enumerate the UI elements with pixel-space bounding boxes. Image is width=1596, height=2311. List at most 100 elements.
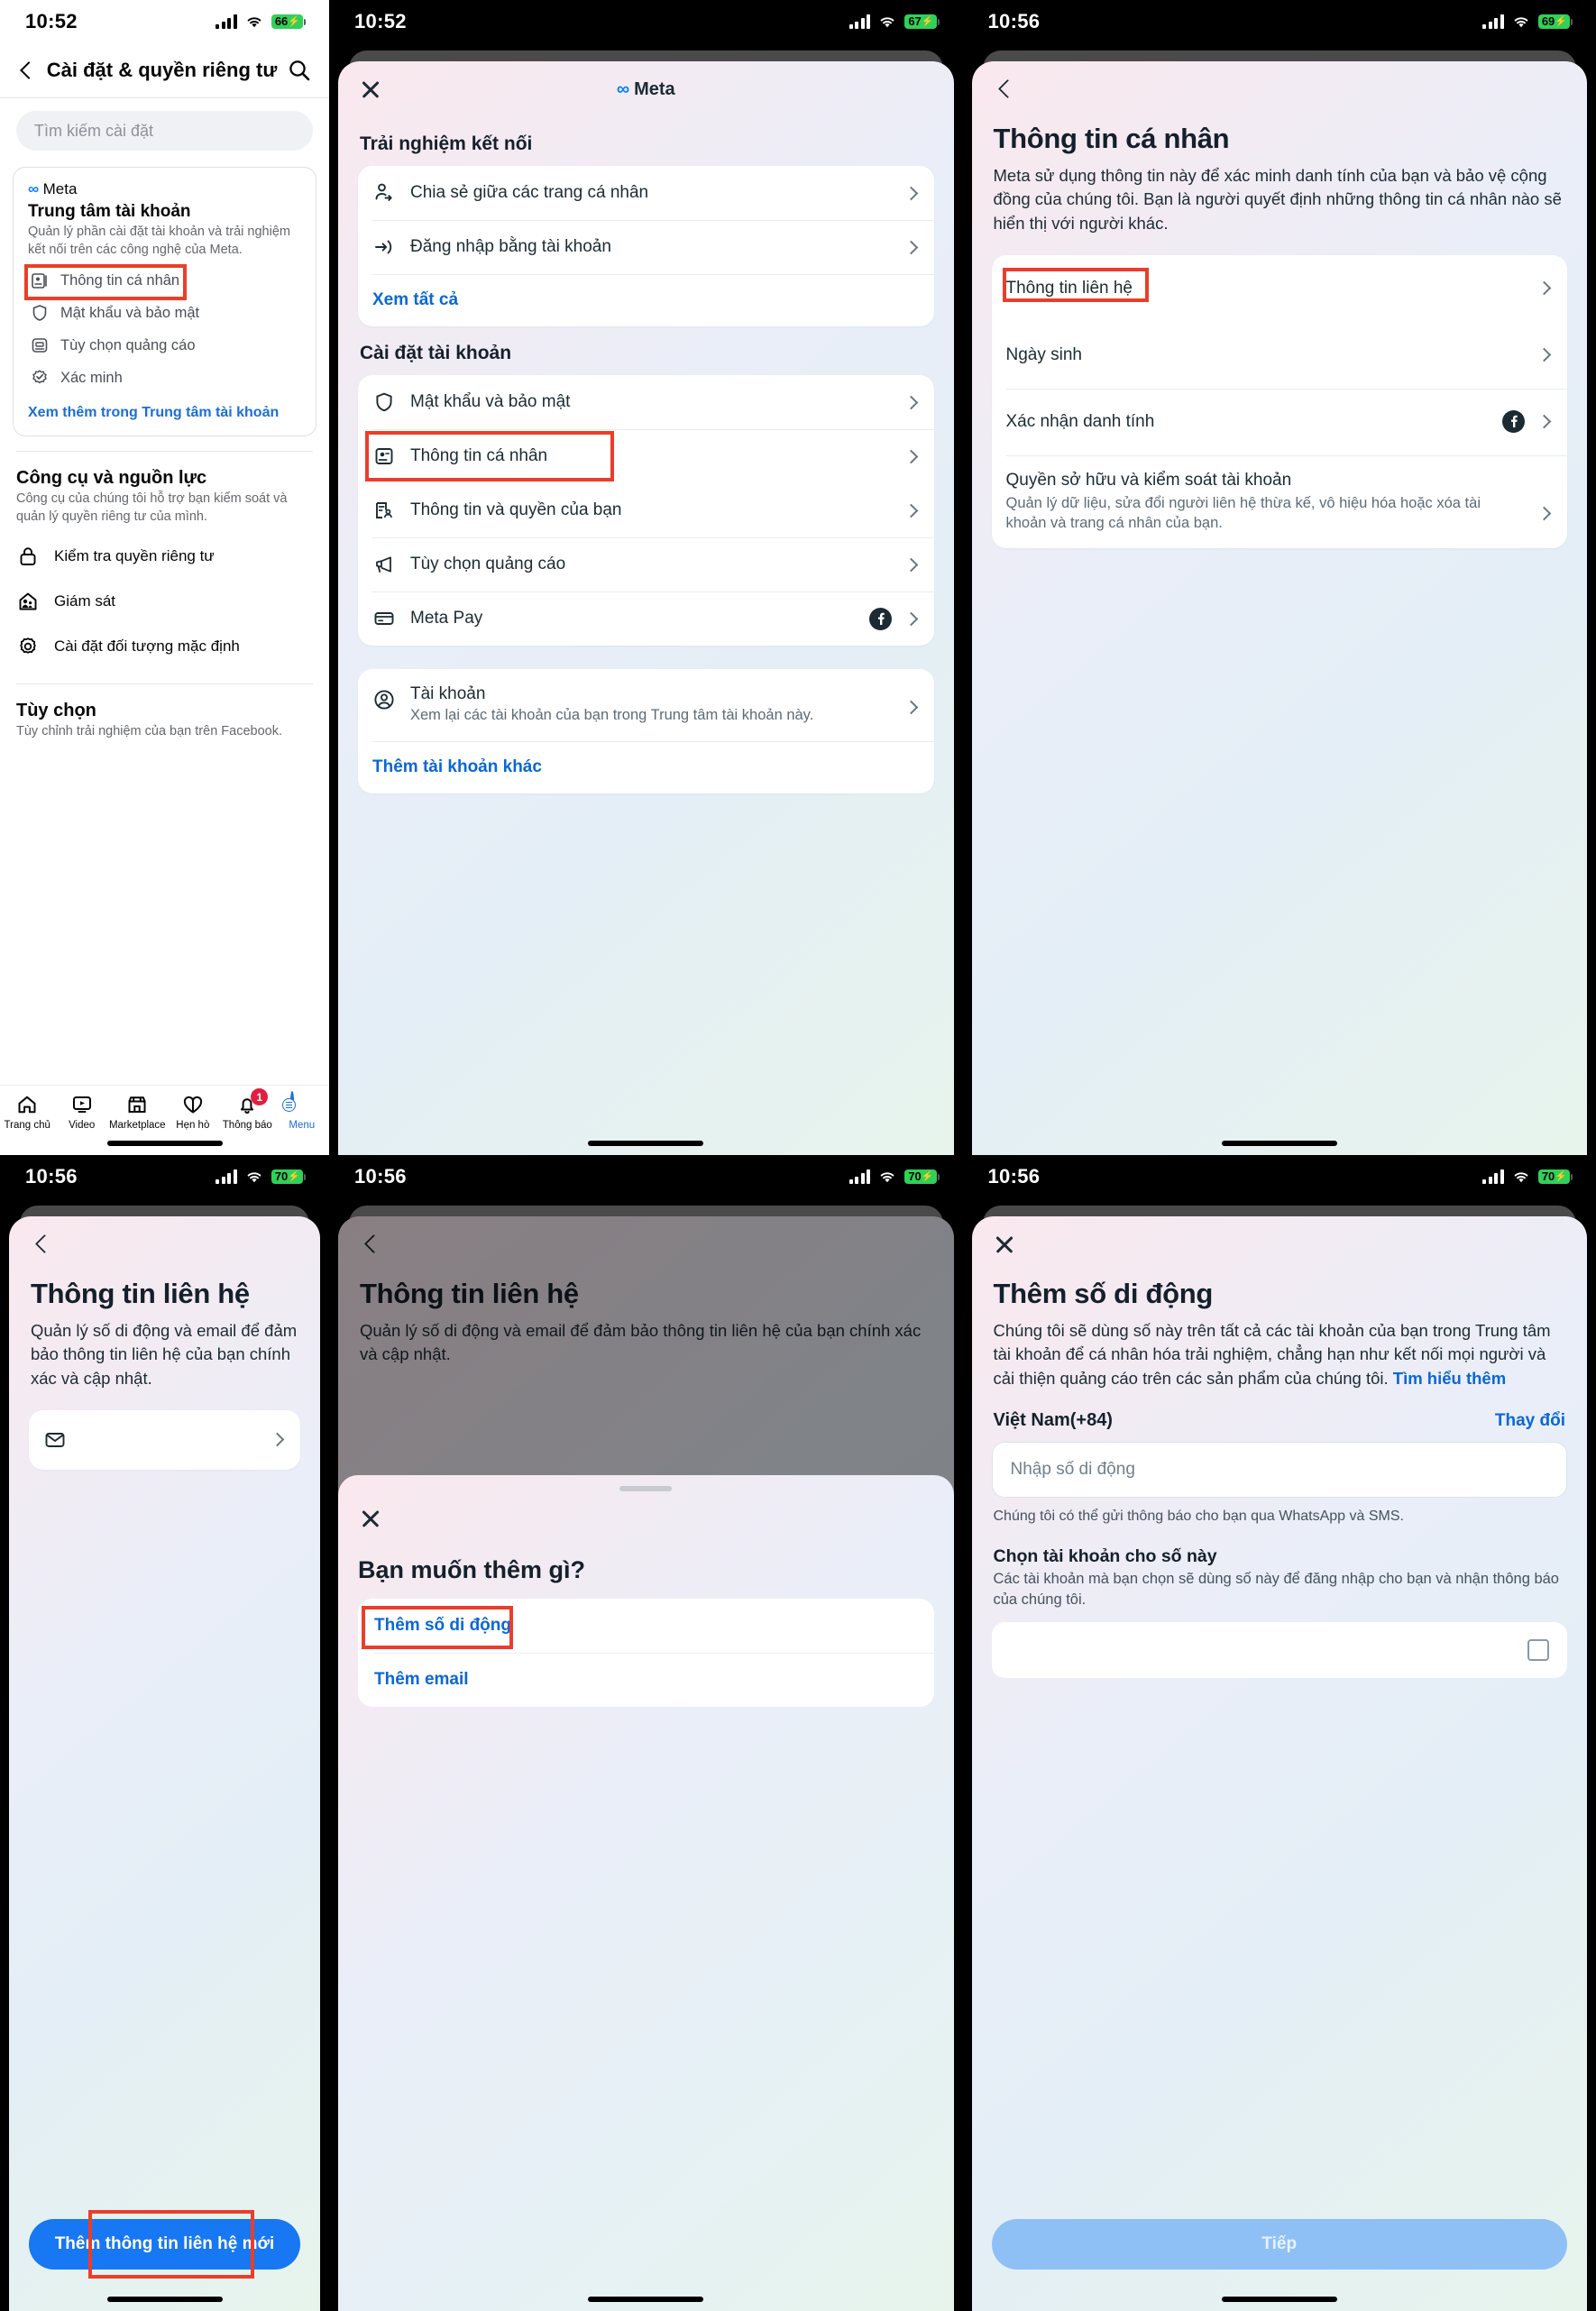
phone-placeholder: Nhập số di động [1010, 1459, 1135, 1479]
tab-notifications[interactable]: 1 Thông báo [220, 1088, 274, 1131]
checkbox-icon[interactable] [1527, 1639, 1549, 1662]
battery-icon: 66 ⚡ [271, 14, 306, 30]
row-personal-details[interactable]: Thông tin cá nhân [358, 429, 934, 483]
account-circle-icon [372, 688, 396, 711]
row-account-ownership-control[interactable]: Quyền sở hữu và kiểm soát tài khoản Quản… [992, 454, 1568, 549]
credit-card-icon [372, 607, 396, 630]
tools-item-privacy-checkup[interactable]: Kiểm tra quyền riêng tư [16, 534, 313, 579]
option-add-mobile-number[interactable]: Thêm số di động [358, 1599, 934, 1653]
row-see-all[interactable]: Xem tất cả [358, 274, 934, 326]
cellular-signal-icon [1482, 14, 1504, 29]
panel-contact-info: 10:56 70 ⚡ Thông tin liên hệ Quản lý số d… [0, 1155, 329, 2311]
tab-home[interactable]: Trang chủ [0, 1093, 54, 1131]
row-accounts[interactable]: Tài khoản Xem lại các tài khoản của bạn … [358, 669, 934, 741]
tools-item-label: Kiểm tra quyền riêng tư [54, 546, 215, 564]
close-icon[interactable] [992, 1232, 1017, 1257]
continue-button[interactable]: Tiếp [991, 2219, 1567, 2270]
cellular-signal-icon [848, 1169, 871, 1184]
page-title: Thông tin liên hệ [31, 1278, 250, 1309]
phone-number-input[interactable]: Nhập số di động [991, 1441, 1567, 1498]
tools-item-supervision[interactable]: Giám sát [16, 579, 313, 624]
chevron-right-icon [903, 503, 918, 518]
envelope-icon [43, 1428, 67, 1452]
search-input[interactable]: Tìm kiếm cài đặt [16, 111, 313, 151]
tab-label: Trang chủ [4, 1120, 50, 1131]
contact-list-card [29, 1409, 300, 1470]
account-center-item-password-security[interactable]: Mật khẩu và bảo mật [28, 297, 301, 329]
meta-infinity-icon: ∞ [28, 180, 39, 197]
account-center-desc: Quản lý phần cài đặt tài khoản và trải n… [28, 225, 290, 257]
cta-label: Tiếp [1261, 2234, 1298, 2253]
row-text-block: Tài khoản Xem lại các tài khoản của bạn … [410, 684, 892, 726]
close-icon[interactable] [358, 1506, 383, 1531]
add-options-card: Thêm số di động Thêm email [358, 1599, 934, 1707]
tools-item-default-audience[interactable]: Cài đặt đối tượng mặc định [16, 624, 313, 669]
screenshot-grid: 10:52 66 ⚡ Cài đặt & quyền riêng tư Tìm k… [0, 0, 1596, 2311]
preferences-title: Tùy chọn [16, 700, 96, 720]
tab-menu[interactable]: Menu [275, 1091, 329, 1131]
tab-marketplace[interactable]: Marketplace [109, 1093, 166, 1131]
row-add-another-account[interactable]: Thêm tài khoản khác [358, 740, 934, 793]
shield-icon [30, 303, 50, 323]
status-indicators: 70 ⚡ [1482, 1169, 1573, 1185]
account-checkbox-row[interactable] [991, 1622, 1567, 1679]
sheet-body: Thêm số di động Chúng tôi sẽ dùng số này… [972, 1278, 1588, 1679]
back-chevron-icon[interactable] [32, 1234, 52, 1254]
home-indicator [588, 1141, 704, 1146]
status-time: 10:56 [25, 1165, 78, 1188]
add-contact-info-button[interactable]: Thêm thông tin liên hệ mới [29, 2219, 300, 2270]
tools-item-label: Cài đặt đối tượng mặc định [54, 637, 240, 655]
account-settings-card: Mật khẩu và bảo mật Thông tin cá nhân Th… [358, 375, 934, 646]
learn-more-link[interactable]: Tìm hiểu thêm [1393, 1369, 1506, 1388]
close-icon[interactable] [358, 77, 383, 102]
row-ad-preferences[interactable]: Tùy chọn quảng cáo [358, 537, 934, 592]
row-email-entry[interactable] [29, 1410, 300, 1470]
meta-wordmark-text: Meta [634, 78, 675, 99]
facebook-icon [868, 607, 892, 630]
home-icon [15, 1093, 39, 1116]
row-login-with-accounts[interactable]: Đăng nhập bằng tài khoản [358, 220, 934, 274]
row-your-information-permissions[interactable]: Thông tin và quyền của bạn [358, 483, 934, 537]
change-country-button[interactable]: Thay đổi [1495, 1411, 1565, 1431]
notification-badge: 1 [251, 1088, 269, 1105]
wifi-icon [878, 1170, 896, 1184]
country-code-row: Việt Nam(+84) Thay đổi [994, 1410, 1566, 1431]
option-label: Thêm email [374, 1670, 469, 1689]
chevron-right-icon [903, 240, 918, 254]
choose-accounts-desc: Các tài khoản mà bạn chọn sẽ dùng số này… [993, 1570, 1559, 1608]
bell-icon: 1 [235, 1088, 269, 1116]
tab-video[interactable]: Video [54, 1093, 108, 1131]
option-add-email[interactable]: Thêm email [358, 1653, 934, 1707]
account-center-item-verification[interactable]: Xác minh [28, 362, 301, 394]
row-identity-confirmation[interactable]: Xác nhận danh tính [992, 388, 1568, 455]
row-contact-info[interactable]: Thông tin liên hệ [992, 255, 1568, 322]
account-center-item-personal-details[interactable]: Thông tin cá nhân [28, 264, 301, 297]
row-password-security[interactable]: Mật khẩu và bảo mật [358, 375, 934, 429]
status-indicators: 66 ⚡ [216, 14, 306, 30]
tab-dating[interactable]: Hẹn hò [166, 1093, 220, 1131]
account-center-item-ad-preferences[interactable]: Tùy chọn quảng cáo [28, 329, 301, 362]
back-chevron-icon[interactable] [995, 79, 1015, 99]
meta-infinity-icon: ∞ [616, 78, 629, 99]
tab-label: Marketplace [108, 1120, 166, 1131]
cellular-signal-icon [848, 14, 871, 29]
row-birthday[interactable]: Ngày sinh [992, 322, 1568, 389]
cellular-signal-icon [216, 14, 237, 29]
lock-icon [16, 545, 40, 568]
back-chevron-icon[interactable] [18, 61, 36, 79]
verified-badge-icon [30, 368, 50, 388]
status-indicators: 70 ⚡ [848, 1169, 940, 1185]
sheet-body: Trải nghiệm kết nối Chia sẻ giữa các tra… [338, 133, 954, 793]
battery-level: 70 [908, 1169, 922, 1183]
row-share-across-profiles[interactable]: Chia sẻ giữa các trang cá nhân [358, 166, 934, 220]
account-center-see-more-link[interactable]: Xem thêm trong Trung tâm tài khoản [28, 405, 301, 421]
status-indicators: 70 ⚡ [216, 1169, 306, 1185]
search-icon[interactable] [288, 59, 311, 82]
wifi-icon [1512, 15, 1530, 29]
row-meta-pay[interactable]: Meta Pay [358, 592, 934, 646]
panel-add-mobile-number: 10:56 70 ⚡ Thêm số di động Chúng tôi sẽ d… [962, 1155, 1596, 2311]
section-title-account-settings: Cài đặt tài khoản [360, 343, 512, 363]
account-center-item-label: Mật khẩu và bảo mật [60, 304, 200, 321]
battery-icon: 67 ⚡ [904, 14, 940, 30]
status-time: 10:56 [354, 1165, 407, 1188]
